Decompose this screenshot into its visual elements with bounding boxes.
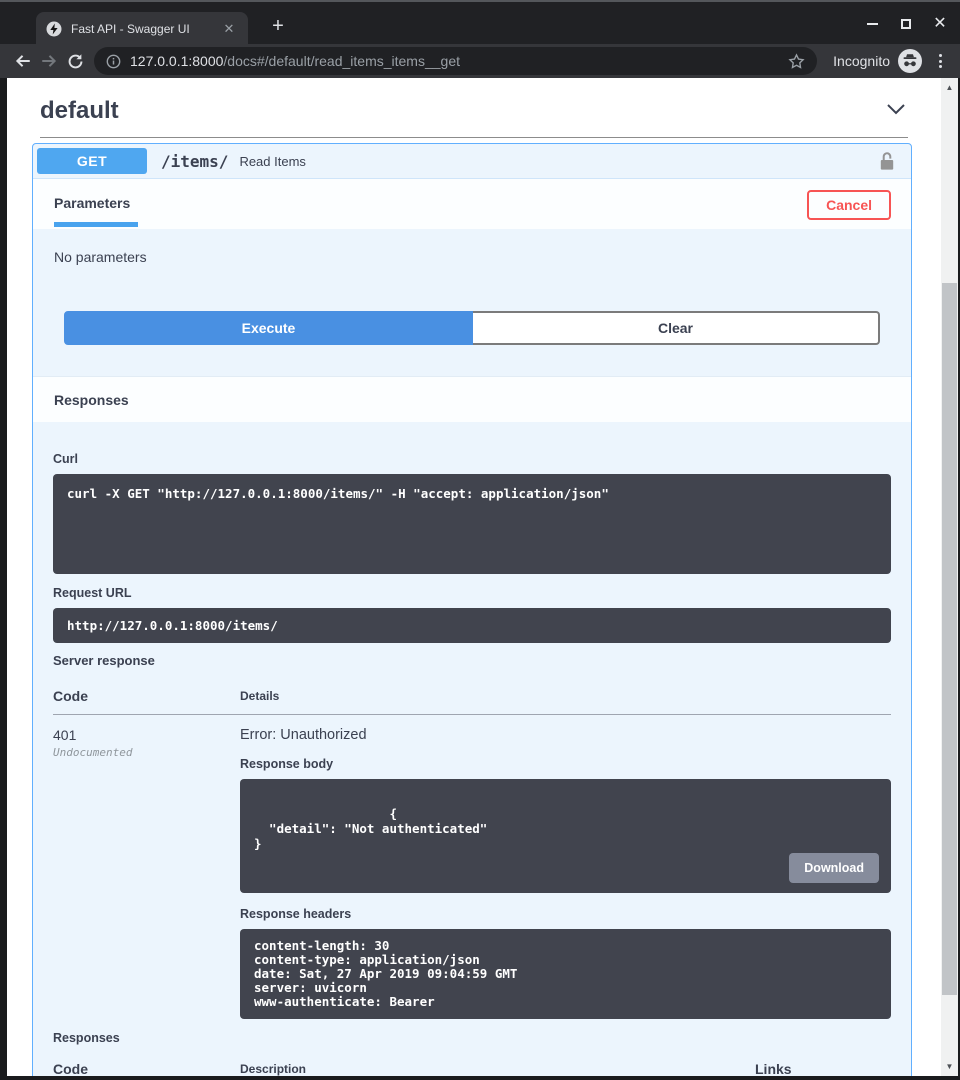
no-parameters-text: No parameters: [54, 249, 890, 265]
url-text: 127.0.0.1:8000/docs#/default/read_items_…: [130, 53, 788, 69]
method-badge: GET: [37, 148, 147, 174]
parameters-header: Parameters Cancel: [33, 179, 911, 229]
execute-button-group: Execute Clear: [64, 311, 880, 345]
browser-titlebar: Fast API - Swagger UI ✕ + ✕: [0, 0, 960, 44]
column-header-code: Code: [53, 1053, 240, 1076]
undocumented-note: Undocumented: [53, 746, 240, 759]
browser-toolbar: 127.0.0.1:8000/docs#/default/read_items_…: [0, 44, 960, 78]
server-response-table: Code Details 401 Undocumented Error: Una…: [53, 680, 891, 1019]
response-body-label: Response body: [240, 757, 891, 771]
request-url-label: Request URL: [53, 586, 891, 600]
fastapi-favicon-icon: [46, 21, 62, 37]
column-header-details: Details: [240, 680, 891, 715]
response-error-title: Error: Unauthorized: [240, 727, 891, 743]
operation-summary: Read Items: [239, 154, 305, 169]
chevron-down-icon[interactable]: [884, 99, 908, 124]
page-scrollbar[interactable]: ▲ ▼: [941, 78, 958, 1076]
response-headers-label: Response headers: [240, 907, 891, 921]
scrollbar-down-icon[interactable]: ▼: [941, 1062, 958, 1071]
swagger-page: default GET /items/ Read Items Parameter…: [7, 78, 958, 1076]
opblock-summary[interactable]: GET /items/ Read Items: [33, 144, 911, 179]
window-close-button[interactable]: ✕: [934, 18, 946, 30]
browser-tab[interactable]: Fast API - Swagger UI ✕: [36, 12, 248, 46]
auth-lock-icon[interactable]: [877, 151, 897, 172]
forward-button[interactable]: [36, 48, 62, 74]
column-header-links: Links: [755, 1053, 891, 1076]
back-button[interactable]: [10, 48, 36, 74]
incognito-icon: [898, 49, 922, 73]
download-button[interactable]: Download: [789, 853, 879, 883]
window-maximize-button[interactable]: [900, 18, 912, 30]
server-response-row: 401 Undocumented Error: Unauthorized Res…: [53, 715, 891, 1020]
cancel-button[interactable]: Cancel: [807, 190, 891, 220]
incognito-label: Incognito: [833, 53, 890, 69]
operation-path: /items/: [161, 152, 228, 171]
address-bar[interactable]: 127.0.0.1:8000/docs#/default/read_items_…: [94, 47, 817, 75]
tag-divider: [40, 137, 908, 138]
browser-menu-icon[interactable]: [930, 49, 950, 73]
page-info-icon[interactable]: [106, 54, 121, 69]
column-header-code: Code: [53, 680, 240, 715]
url-host: 127.0.0.1:8000: [130, 53, 223, 69]
bookmark-star-icon[interactable]: [788, 53, 805, 70]
scrollbar-up-icon[interactable]: ▲: [941, 83, 958, 92]
response-body-block: { "detail": "Not authenticated" } Downlo…: [240, 779, 891, 893]
server-response-label: Server response: [53, 653, 891, 668]
curl-command: curl -X GET "http://127.0.0.1:8000/items…: [53, 474, 891, 574]
url-path: /docs#/default/read_items_items__get: [223, 53, 460, 69]
response-body-json: { "detail": "Not authenticated" }: [254, 806, 487, 851]
response-status-code: 401: [53, 727, 240, 743]
parameters-tab-underline: [54, 222, 138, 227]
documented-responses-label: Responses: [53, 1031, 891, 1045]
column-header-description: Description: [240, 1053, 755, 1076]
tab-close-icon[interactable]: ✕: [220, 20, 238, 38]
execute-button[interactable]: Execute: [64, 311, 473, 345]
opblock-get-items: GET /items/ Read Items Parameters Cancel…: [32, 143, 912, 1076]
documented-responses-table: Code Description Links 200 Successful Re…: [53, 1053, 891, 1076]
window-minimize-button[interactable]: [866, 18, 878, 30]
scrollbar-thumb[interactable]: [942, 283, 957, 995]
clear-button[interactable]: Clear: [473, 311, 880, 345]
response-headers-block: content-length: 30 content-type: applica…: [240, 929, 891, 1019]
tab-parameters: Parameters: [54, 195, 130, 211]
tag-title: default: [40, 97, 119, 125]
reload-button[interactable]: [62, 48, 88, 74]
new-tab-button[interactable]: +: [264, 12, 292, 40]
tag-section-header[interactable]: default: [7, 78, 941, 125]
tab-title: Fast API - Swagger UI: [71, 22, 220, 36]
curl-label: Curl: [53, 452, 891, 466]
request-url-value: http://127.0.0.1:8000/items/: [53, 608, 891, 643]
responses-section-title: Responses: [33, 376, 911, 422]
